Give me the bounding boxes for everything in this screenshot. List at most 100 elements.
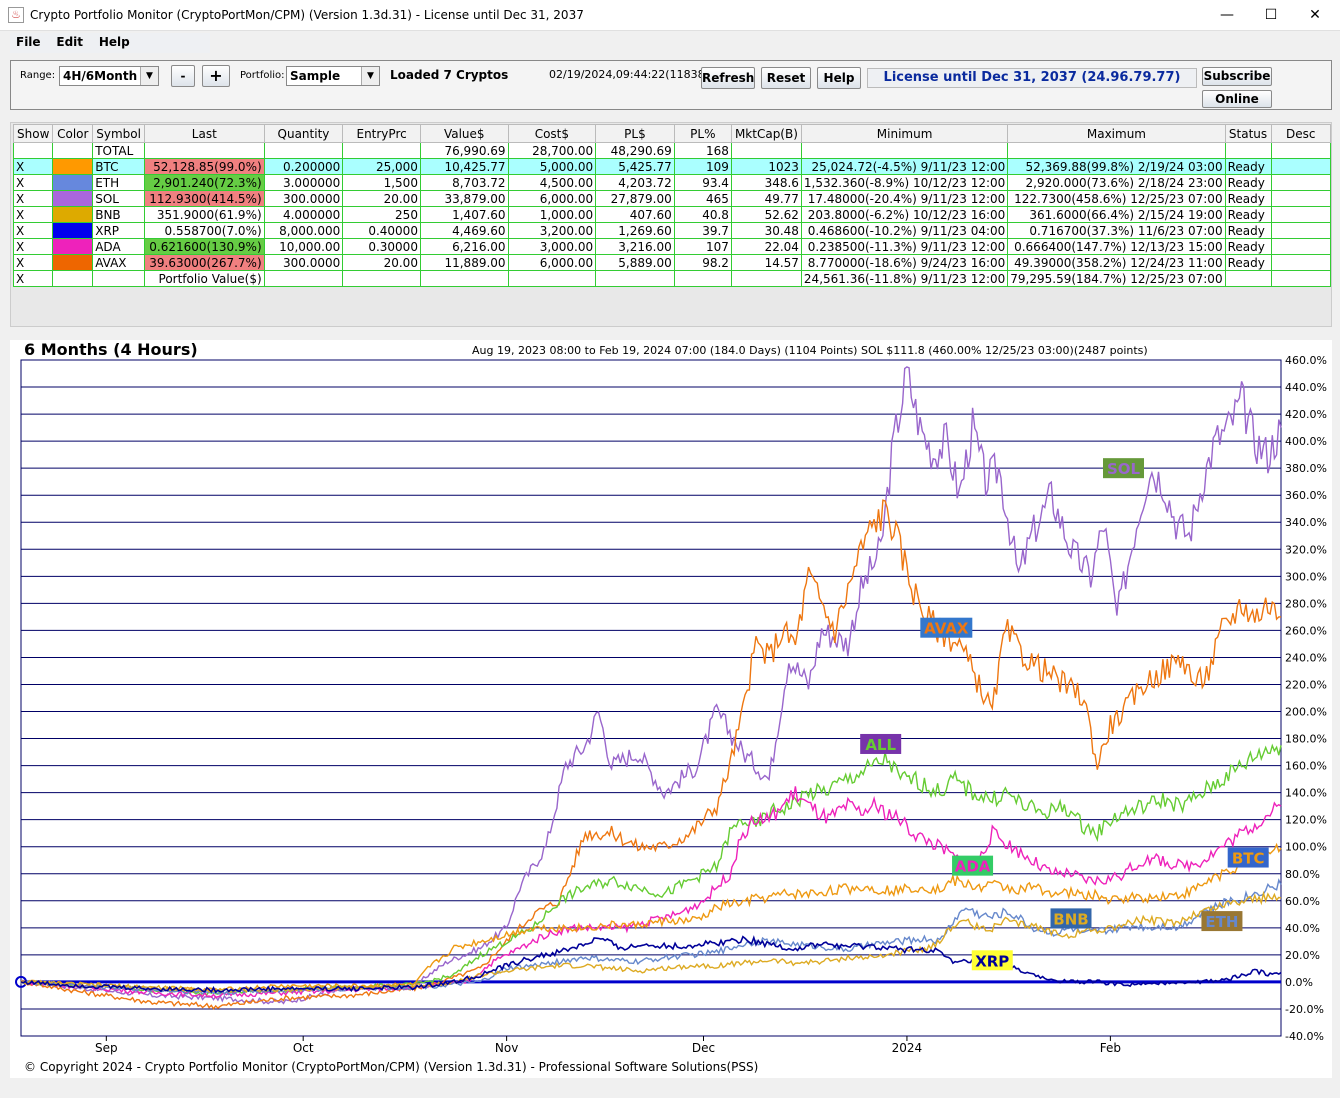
table-cell[interactable]: 407.60 [595, 206, 675, 223]
column-header-minimum[interactable]: Minimum [800, 124, 1009, 143]
table-cell[interactable]: 40.8 [673, 206, 732, 223]
portfolio-label-cell[interactable]: Portfolio Value($) [143, 270, 265, 287]
zoom-in-button[interactable]: + [202, 65, 230, 87]
status-cell[interactable]: Ready [1224, 174, 1272, 191]
table-cell[interactable]: 1,000.00 [507, 206, 597, 223]
last-price-cell[interactable]: 351.9000(61.9%) [143, 206, 265, 223]
symbol-cell[interactable]: ETH [92, 174, 145, 191]
last-price-cell[interactable]: 0.621600(130.9%) [143, 238, 265, 255]
help-button[interactable]: Help [817, 67, 861, 89]
table-cell[interactable]: 20.00 [342, 254, 421, 271]
table-cell[interactable]: 10,425.77 [419, 158, 509, 175]
table-row[interactable]: X AVAX 39.63000(267.7%) 300.0000 20.00 11,889… [12, 254, 1331, 271]
symbol-cell[interactable]: ADA [92, 238, 145, 255]
menu-file[interactable]: File [10, 33, 47, 51]
table-cell[interactable]: 5,425.77 [595, 158, 675, 175]
table-cell[interactable]: 348.6 [730, 174, 802, 191]
online-button[interactable]: Online [1202, 90, 1272, 108]
last-price-cell[interactable]: 52,128.85(99.0%) [143, 158, 265, 175]
reset-button[interactable]: Reset [761, 67, 811, 89]
color-swatch[interactable] [52, 222, 94, 239]
column-header-pl[interactable]: PL$ [595, 124, 675, 143]
table-cell[interactable] [507, 270, 597, 287]
table-cell[interactable]: 0.30000 [342, 238, 421, 255]
table-cell[interactable] [1270, 142, 1331, 159]
table-cell[interactable]: 49.77 [730, 190, 802, 207]
table-cell[interactable]: 14.57 [730, 254, 802, 271]
menu-help[interactable]: Help [93, 33, 136, 51]
table-row[interactable]: TOTAL 76,990.69 28,700.00 48,290.69 168 [12, 142, 1331, 159]
table-cell[interactable]: 49.39000(358.2%) 12/24/23 11:00 [1007, 254, 1226, 271]
table-cell[interactable] [673, 270, 732, 287]
table-cell[interactable]: 300.0000 [263, 190, 344, 207]
show-toggle[interactable]: X [12, 270, 54, 287]
table-cell[interactable]: 20.00 [342, 190, 421, 207]
table-cell[interactable]: 6,216.00 [419, 238, 509, 255]
table-cell[interactable]: 22.04 [730, 238, 802, 255]
table-cell[interactable] [1270, 238, 1331, 255]
table-cell[interactable]: 0.238500(-11.3%) 9/11/23 12:00 [800, 238, 1009, 255]
table-row[interactable]: X XRP 0.558700(7.0%) 8,000.000 0.40000 4,469.… [12, 222, 1331, 239]
table-cell[interactable] [595, 270, 675, 287]
table-cell[interactable]: 1,532.360(-8.9%) 10/12/23 12:00 [800, 174, 1009, 191]
table-cell[interactable]: 250 [342, 206, 421, 223]
table-cell[interactable]: 24,561.36(-11.8%) 9/11/23 12:00 [800, 270, 1009, 287]
color-swatch[interactable] [52, 190, 94, 207]
table-row[interactable]: X SOL 112.9300(414.5%) 300.0000 20.00 33,879.… [12, 190, 1331, 207]
table-cell[interactable]: 79,295.59(184.7%) 12/25/23 07:00 [1007, 270, 1226, 287]
color-swatch[interactable] [52, 206, 94, 223]
table-cell[interactable] [1270, 222, 1331, 239]
show-toggle[interactable]: X [12, 174, 54, 191]
column-header-pl[interactable]: PL% [673, 124, 732, 143]
column-header-cost[interactable]: Cost$ [507, 124, 597, 143]
table-cell[interactable] [52, 270, 94, 287]
table-cell[interactable]: 25,000 [342, 158, 421, 175]
symbol-cell[interactable]: BTC [92, 158, 145, 175]
table-cell[interactable]: 0.468600(-10.2%) 9/11/23 04:00 [800, 222, 1009, 239]
table-cell[interactable] [342, 142, 421, 159]
table-cell[interactable]: 4,469.60 [419, 222, 509, 239]
table-cell[interactable]: 30.48 [730, 222, 802, 239]
table-cell[interactable]: 52.62 [730, 206, 802, 223]
symbol-cell[interactable]: XRP [92, 222, 145, 239]
table-cell[interactable] [1270, 254, 1331, 271]
table-cell[interactable] [1270, 158, 1331, 175]
table-row[interactable]: X BTC 52,128.85(99.0%) 0.200000 25,000 10,425… [12, 158, 1331, 175]
show-toggle[interactable]: X [12, 222, 54, 239]
table-cell[interactable]: 300.0000 [263, 254, 344, 271]
table-cell[interactable]: 52,369.88(99.8%) 2/19/24 03:00 [1007, 158, 1226, 175]
menu-edit[interactable]: Edit [50, 33, 89, 51]
table-cell[interactable] [342, 270, 421, 287]
show-toggle[interactable]: X [12, 254, 54, 271]
symbol-cell[interactable]: TOTAL [92, 142, 145, 159]
table-cell[interactable]: 4,500.00 [507, 174, 597, 191]
table-cell[interactable]: 361.6000(66.4%) 2/15/24 19:00 [1007, 206, 1226, 223]
table-cell[interactable]: 0.40000 [342, 222, 421, 239]
table-cell[interactable]: 1023 [730, 158, 802, 175]
table-cell[interactable]: 1,407.60 [419, 206, 509, 223]
table-cell[interactable]: 168 [673, 142, 732, 159]
table-cell[interactable] [1270, 174, 1331, 191]
table-cell[interactable]: 76,990.69 [419, 142, 509, 159]
color-swatch[interactable] [52, 238, 94, 255]
last-price-cell[interactable]: 2,901.240(72.3%) [143, 174, 265, 191]
table-cell[interactable]: 5,889.00 [595, 254, 675, 271]
performance-chart[interactable]: -40.0% -20.0% 0.0% 20.0% 40.0% 60.0% 80.0% 100.… [10, 340, 1332, 1056]
column-header-mktcapb[interactable]: MktCap(B) [730, 124, 802, 143]
table-row[interactable]: X Portfolio Value($) 24,561.36(-11.8%) 9/1… [12, 270, 1331, 287]
table-cell[interactable] [263, 142, 344, 159]
column-header-maximum[interactable]: Maximum [1007, 124, 1226, 143]
table-cell[interactable]: 0.200000 [263, 158, 344, 175]
symbol-cell[interactable]: AVAX [92, 254, 145, 271]
column-header-color[interactable]: Color [52, 124, 94, 143]
status-cell[interactable]: Ready [1224, 158, 1272, 175]
table-cell[interactable]: 8.770000(-18.6%) 9/24/23 16:00 [800, 254, 1009, 271]
color-swatch[interactable] [52, 174, 94, 191]
table-cell[interactable] [730, 270, 802, 287]
minimize-button[interactable]: — [1204, 4, 1250, 26]
table-cell[interactable]: 4.000000 [263, 206, 344, 223]
table-cell[interactable]: 28,700.00 [507, 142, 597, 159]
table-cell[interactable]: 25,024.72(-4.5%) 9/11/23 12:00 [800, 158, 1009, 175]
table-cell[interactable] [1224, 270, 1272, 287]
table-cell[interactable]: 33,879.00 [419, 190, 509, 207]
